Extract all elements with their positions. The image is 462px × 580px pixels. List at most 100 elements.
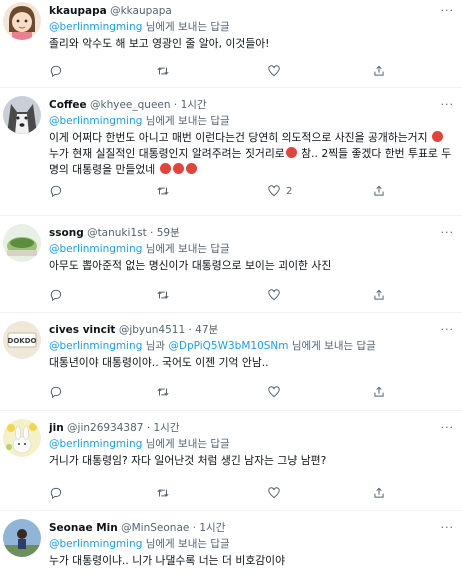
reply-button[interactable] — [49, 184, 68, 198]
tweet-text-part: 누가 현재 실질적인 대통령인지 알려주려는 짓거리로 — [49, 147, 285, 160]
like-button[interactable] — [267, 486, 286, 500]
avatar-logo-text: DOKDO — [8, 337, 37, 345]
avatar[interactable] — [3, 519, 41, 557]
like-button[interactable] — [267, 385, 286, 399]
reply-icon — [50, 386, 62, 399]
avatar[interactable] — [3, 96, 41, 134]
share-button[interactable] — [372, 385, 386, 399]
reply-context-label: 님에게 보내는 답글 — [145, 115, 230, 127]
tweet[interactable]: Seonae Min @MinSeonae · 1시간 @berlinmingm… — [0, 511, 462, 580]
reply-context: @berlinmingming 님과 @DpPiQ5W3bM10SNm 님에게 … — [49, 339, 454, 354]
mention-link[interactable]: @berlinmingming — [49, 340, 142, 352]
display-name[interactable]: kkaupapa — [49, 5, 107, 17]
mention-link[interactable]: @berlinmingming — [49, 115, 142, 127]
heart-icon — [268, 65, 280, 77]
share-button[interactable] — [372, 486, 386, 500]
reply-context: @berlinmingming 님에게 보내는 답글 — [49, 242, 454, 257]
reply-button[interactable] — [49, 288, 68, 302]
tweet-text: 아무도 뽑아준적 없는 명신이가 대통령으로 보이는 괴이한 사진 — [49, 259, 332, 272]
heart-icon — [268, 386, 280, 398]
tweet[interactable]: kkaupapa @kkaupapa @berlinmingming 님에게 보… — [0, 0, 462, 88]
tweet-text: 이게 어쩌다 한번도 아니고 매번 이런다는건 당연히 의도적으로 사진을 공개… — [49, 130, 454, 178]
more-icon[interactable]: ··· — [441, 98, 455, 111]
timestamp[interactable]: 1시간 — [199, 522, 225, 534]
user-handle[interactable]: @MinSeonae — [121, 522, 189, 534]
tweet-text-part: 이게 어쩌다 한번도 아니고 매번 이런다는건 당연히 의도적으로 사진을 공개… — [49, 131, 431, 144]
retweet-icon — [157, 187, 169, 195]
reply-button[interactable] — [49, 64, 68, 78]
tweet-text: 누가 대통령이냐.. 니가 나댈수록 너는 더 비호감이야 — [49, 554, 286, 567]
tweet[interactable]: jin @jin26934387 · 1시간 @berlinmingming 님… — [0, 411, 462, 511]
display-name[interactable]: Coffee — [49, 99, 87, 111]
tweet[interactable]: DOKDO cives vincit @jbyun4511 · 47분 @ber… — [0, 313, 462, 411]
timestamp[interactable]: 59분 — [157, 227, 180, 239]
reply-button[interactable] — [49, 486, 68, 500]
like-button[interactable] — [267, 288, 286, 302]
share-button[interactable] — [372, 64, 386, 78]
reply-context-label: 님에게 보내는 답글 — [145, 438, 230, 450]
angry-face-emoji — [172, 163, 184, 174]
retweet-icon — [157, 67, 169, 75]
tweet-text: 거니가 대통령임? 자다 일어난것 처럼 생긴 남자는 그냥 남편? — [49, 454, 327, 467]
user-handle[interactable]: @kkaupapa — [110, 5, 172, 17]
user-handle[interactable]: @khyee_queen — [90, 99, 171, 111]
like-button[interactable] — [267, 64, 286, 78]
avatar[interactable] — [3, 419, 41, 457]
display-name[interactable]: Seonae Min — [49, 522, 118, 534]
timestamp[interactable]: 1시간 — [154, 422, 180, 434]
share-button[interactable] — [372, 288, 386, 302]
user-handle[interactable]: @jin26934387 — [67, 422, 143, 434]
tweet-header: Coffee @khyee_queen · 1시간 — [49, 98, 454, 112]
reply-icon — [50, 65, 62, 78]
retweet-button[interactable] — [156, 486, 175, 500]
mention-link[interactable]: @berlinmingming — [49, 21, 142, 33]
more-icon[interactable]: ··· — [441, 421, 455, 434]
mention-link[interactable]: @berlinmingming — [49, 538, 142, 550]
share-icon — [374, 185, 384, 196]
avatar[interactable]: DOKDO — [3, 321, 41, 359]
mention-link[interactable]: @DpPiQ5W3bM10SNm — [168, 340, 288, 352]
mention-link[interactable]: @berlinmingming — [49, 438, 142, 450]
tweet-header: cives vincit @jbyun4511 · 47분 — [49, 323, 454, 337]
retweet-button[interactable] — [156, 288, 175, 302]
user-handle[interactable]: @jbyun4511 — [119, 324, 185, 336]
reply-context: @berlinmingming 님에게 보내는 답글 — [49, 114, 454, 129]
mention-link[interactable]: @berlinmingming — [49, 243, 142, 255]
more-icon[interactable]: ··· — [441, 4, 455, 17]
display-name[interactable]: ssong — [49, 227, 84, 239]
display-name[interactable]: cives vincit — [49, 324, 115, 336]
avatar[interactable] — [3, 2, 41, 40]
reply-context: @berlinmingming 님에게 보내는 답글 — [49, 537, 454, 552]
reply-context-label: 님에게 보내는 답글 — [145, 243, 230, 255]
action-bar: 2 — [49, 184, 419, 200]
reply-icon — [50, 289, 62, 302]
tweet-header: ssong @tanuki1st · 59분 — [49, 226, 454, 240]
more-icon[interactable]: ··· — [441, 226, 455, 239]
separator: · — [192, 522, 197, 534]
timestamp[interactable]: 47분 — [195, 324, 218, 336]
timestamp[interactable]: 1시간 — [181, 99, 207, 111]
like-button[interactable]: 2 — [267, 184, 292, 198]
avatar[interactable] — [3, 224, 41, 262]
retweet-button[interactable] — [156, 184, 175, 198]
reply-button[interactable] — [49, 385, 68, 399]
separator: · — [188, 324, 192, 336]
display-name[interactable]: jin — [49, 422, 64, 434]
tweet-header: jin @jin26934387 · 1시간 — [49, 421, 454, 435]
heart-icon — [268, 289, 280, 301]
tweet[interactable]: Coffee @khyee_queen · 1시간 @berlinmingmin… — [0, 88, 462, 216]
angry-face-emoji — [185, 163, 197, 174]
user-handle[interactable]: @tanuki1st — [87, 227, 147, 239]
retweet-button[interactable] — [156, 64, 175, 78]
share-button[interactable] — [372, 184, 386, 198]
share-icon — [374, 487, 384, 498]
reply-icon — [50, 185, 62, 198]
more-icon[interactable]: ··· — [441, 323, 455, 336]
angry-face-emoji — [159, 163, 171, 174]
action-bar — [49, 288, 419, 304]
reply-joiner: 님과 — [145, 340, 166, 352]
share-icon — [374, 65, 384, 76]
more-icon[interactable]: ··· — [441, 521, 455, 534]
tweet[interactable]: ssong @tanuki1st · 59분 @berlinmingming 님… — [0, 216, 462, 313]
retweet-button[interactable] — [156, 385, 175, 399]
